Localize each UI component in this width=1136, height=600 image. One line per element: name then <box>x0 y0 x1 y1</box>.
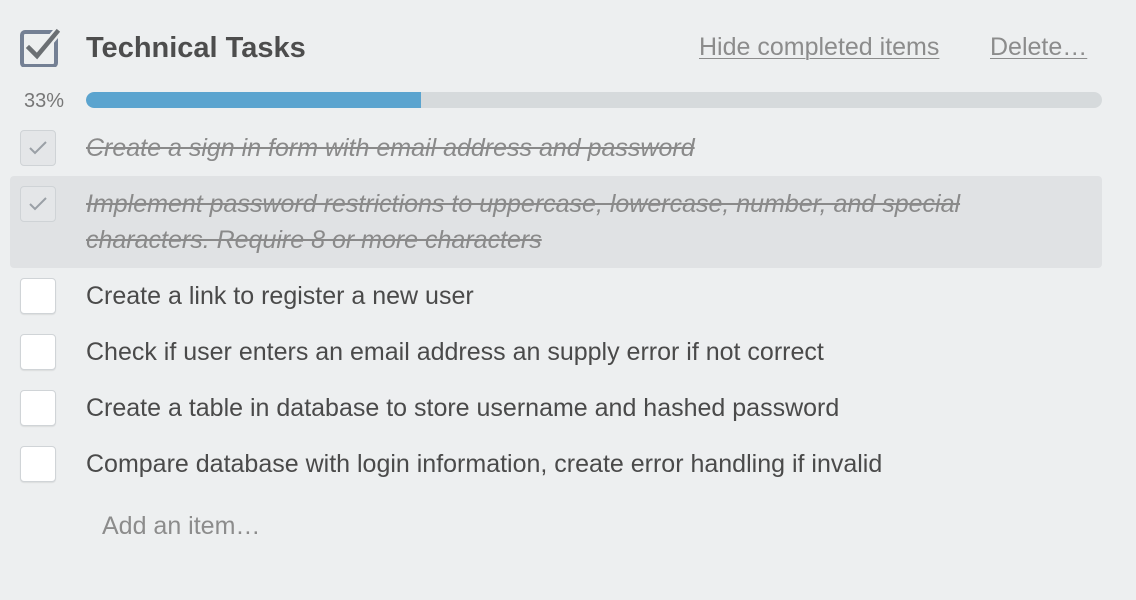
item-checkbox-checked[interactable] <box>20 186 56 222</box>
item-text[interactable]: Create a link to register a new user <box>86 278 474 314</box>
item-text[interactable]: Compare database with login information,… <box>86 446 882 482</box>
delete-checklist-link[interactable]: Delete… <box>990 31 1087 63</box>
item-text[interactable]: Create a table in database to store user… <box>86 390 839 426</box>
item-text[interactable]: Check if user enters an email address an… <box>86 334 824 370</box>
hide-completed-items-link[interactable]: Hide completed items <box>699 31 939 63</box>
checkmark-icon <box>29 141 47 155</box>
progress-percentage: 33% <box>24 90 65 112</box>
checklist-header: Technical Tasks Hide completed items Del… <box>0 0 1136 90</box>
progress-bar-fill <box>86 92 422 108</box>
checkmark-icon <box>29 197 47 211</box>
checklist-item-hovered[interactable]: Implement password restrictions to upper… <box>10 176 1102 268</box>
item-text[interactable]: Create a sign in form with email address… <box>86 130 695 166</box>
checklist-item[interactable]: Check if user enters an email address an… <box>10 332 1102 372</box>
checklist-item[interactable]: Create a sign in form with email address… <box>10 128 1102 168</box>
item-checkbox-checked[interactable] <box>20 130 56 166</box>
checklist: Technical Tasks Hide completed items Del… <box>0 0 1136 600</box>
checklist-title: Technical Tasks <box>86 32 306 64</box>
item-checkbox[interactable] <box>20 278 56 314</box>
checklist-item[interactable]: Create a table in database to store user… <box>10 388 1102 428</box>
checklist-item[interactable]: Create a link to register a new user <box>10 276 1102 316</box>
progress-bar <box>86 92 1102 108</box>
item-checkbox[interactable] <box>20 390 56 426</box>
item-text-line-2[interactable]: characters. Require 8 or more characters <box>86 222 542 258</box>
item-checkbox[interactable] <box>20 334 56 370</box>
add-item-input[interactable]: Add an item… <box>102 508 260 544</box>
item-checkbox[interactable] <box>20 446 56 482</box>
checklist-item[interactable]: Compare database with login information,… <box>10 444 1102 484</box>
checklist-icon <box>20 27 62 68</box>
item-text-line-1[interactable]: Implement password restrictions to upper… <box>86 186 960 222</box>
